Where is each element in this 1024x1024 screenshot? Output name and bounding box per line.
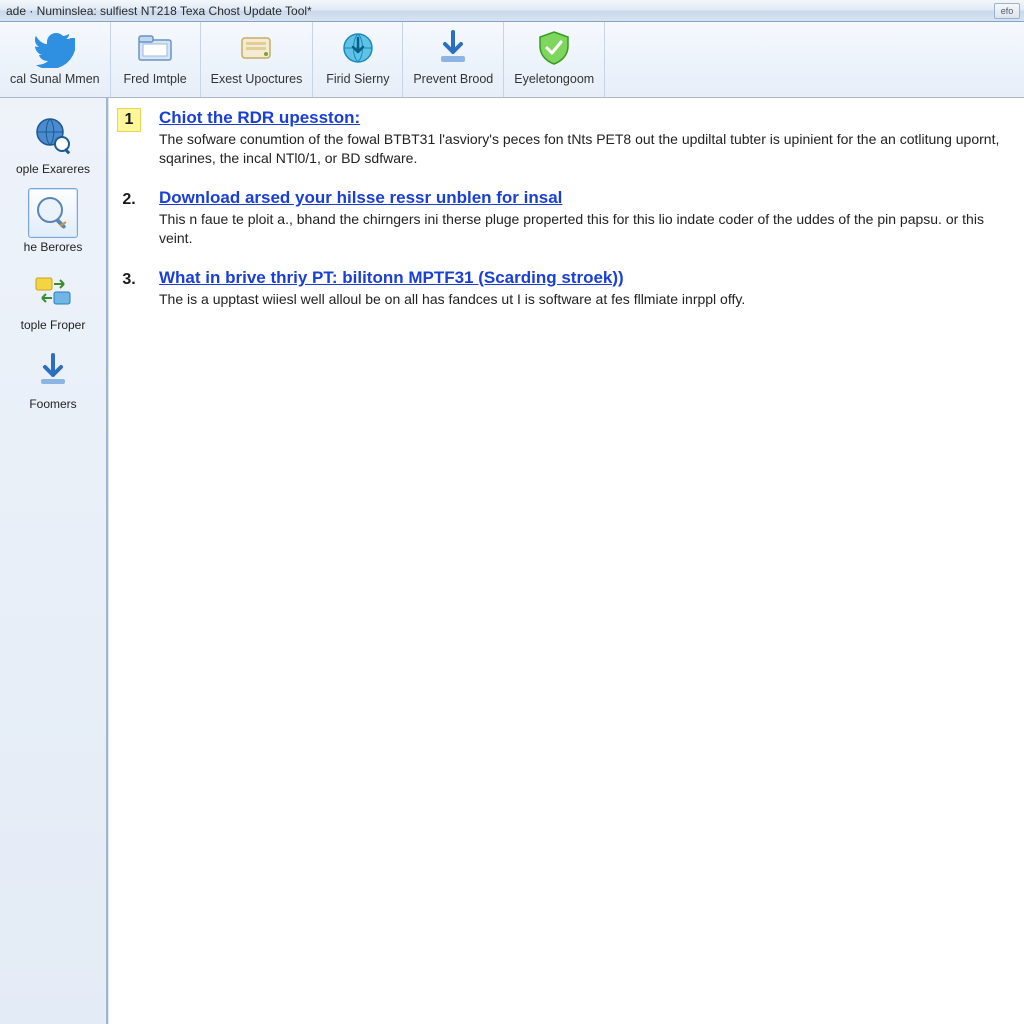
shield-check-icon <box>534 28 574 68</box>
sidebar-item-label: he Berores <box>24 241 83 254</box>
window-control-button[interactable]: efo <box>994 3 1020 19</box>
step-description: This n faue te ploit a., bhand the chirn… <box>159 210 1006 248</box>
body: ople Exareres he Berores tople Froper Fo… <box>0 98 1024 1024</box>
toolbar-label: Prevent Brood <box>413 72 493 86</box>
sidebar-item-label: tople Froper <box>21 319 86 332</box>
toolbar-label: Fred Imtple <box>124 72 187 86</box>
step-3: 3. What in brive thriy PT: bilitonn MPTF… <box>117 268 1006 309</box>
step-1: 1 Chiot the RDR upesston: The sofware co… <box>117 108 1006 168</box>
toolbar-btn-eyelet[interactable]: Eyeletongoom <box>504 22 605 97</box>
main-toolbar: cal Sunal Mmen Fred Imtple Exest Upoctur… <box>0 22 1024 98</box>
step-number: 3. <box>117 268 141 292</box>
step-headline-link[interactable]: What in brive thriy PT: bilitonn MPTF31 … <box>159 268 624 287</box>
step-headline-link[interactable]: Download arsed your hilsse ressr unblen … <box>159 188 562 207</box>
toolbar-label: Exest Upoctures <box>211 72 303 86</box>
toolbar-btn-exest[interactable]: Exest Upoctures <box>201 22 314 97</box>
bird-icon <box>35 28 75 68</box>
sidebar-item-froper[interactable]: tople Froper <box>6 260 100 338</box>
transfer-icon <box>28 266 78 316</box>
step-number: 2. <box>117 188 141 212</box>
content-pane: 1 Chiot the RDR upesston: The sofware co… <box>108 98 1024 1024</box>
toolbar-label: Firid Sierny <box>326 72 389 86</box>
toolbar-label: cal Sunal Mmen <box>10 72 100 86</box>
drive-icon <box>236 28 276 68</box>
sidebar-item-exareres[interactable]: ople Exareres <box>6 104 100 182</box>
sidebar-item-label: ople Exareres <box>16 163 90 176</box>
sidebar-item-label: Foomers <box>29 398 76 411</box>
globe-arrow-icon <box>338 28 378 68</box>
globe-magnify-icon <box>28 110 78 160</box>
titlebar: ade · Numinslea: sulfiest NT218 Texa Cho… <box>0 0 1024 22</box>
step-headline-link[interactable]: Chiot the RDR upesston: <box>159 108 360 127</box>
window-title: ade · Numinslea: sulfiest NT218 Texa Cho… <box>6 4 312 18</box>
toolbar-btn-fred[interactable]: Fred Imtple <box>111 22 201 97</box>
folder-icon <box>135 28 175 68</box>
step-number: 1 <box>117 108 141 132</box>
window-control-label: efo <box>1001 6 1014 16</box>
magnify-icon <box>28 188 78 238</box>
sidebar-item-foomers[interactable]: Foomers <box>6 339 100 417</box>
step-2: 2. Download arsed your hilsse ressr unbl… <box>117 188 1006 248</box>
download-icon <box>433 28 473 68</box>
sidebar: ople Exareres he Berores tople Froper Fo… <box>0 98 108 1024</box>
toolbar-label: Eyeletongoom <box>514 72 594 86</box>
toolbar-btn-prevent[interactable]: Prevent Brood <box>403 22 504 97</box>
download-small-icon <box>28 345 78 395</box>
step-description: The is a upptast wiiesl well alloul be o… <box>159 290 1006 309</box>
step-description: The sofware conumtion of the fowal BTBT3… <box>159 130 1006 168</box>
toolbar-btn-firid[interactable]: Firid Sierny <box>313 22 403 97</box>
sidebar-item-berores[interactable]: he Berores <box>6 182 100 260</box>
toolbar-btn-sunal[interactable]: cal Sunal Mmen <box>0 22 111 97</box>
